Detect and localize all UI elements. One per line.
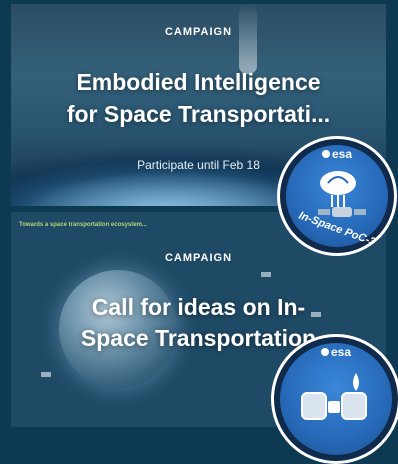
rocket-image xyxy=(239,4,257,74)
campaign-title-line1: Embodied Intelligence xyxy=(76,69,321,95)
in-space-transportation-badge: esa xyxy=(271,334,398,464)
esa-logo: esa xyxy=(274,345,398,359)
in-space-poc-3-badge: esa In-Space PoC-3 xyxy=(277,136,397,256)
campaign-title-line1: Call for ideas on In- xyxy=(91,294,306,320)
esa-logo: esa xyxy=(280,147,394,161)
campaign-title[interactable]: Embodied Intelligence for Space Transpor… xyxy=(11,66,386,130)
campaign-label: CAMPAIGN xyxy=(164,26,233,38)
cargo-container-icon xyxy=(301,373,367,420)
satellite-icon xyxy=(261,272,271,277)
campaign-title-line2: for Space Transportati... xyxy=(66,101,331,127)
campaign-tagline: Towards a space transportation ecosystem… xyxy=(19,222,147,228)
satellite-icon xyxy=(41,372,51,377)
